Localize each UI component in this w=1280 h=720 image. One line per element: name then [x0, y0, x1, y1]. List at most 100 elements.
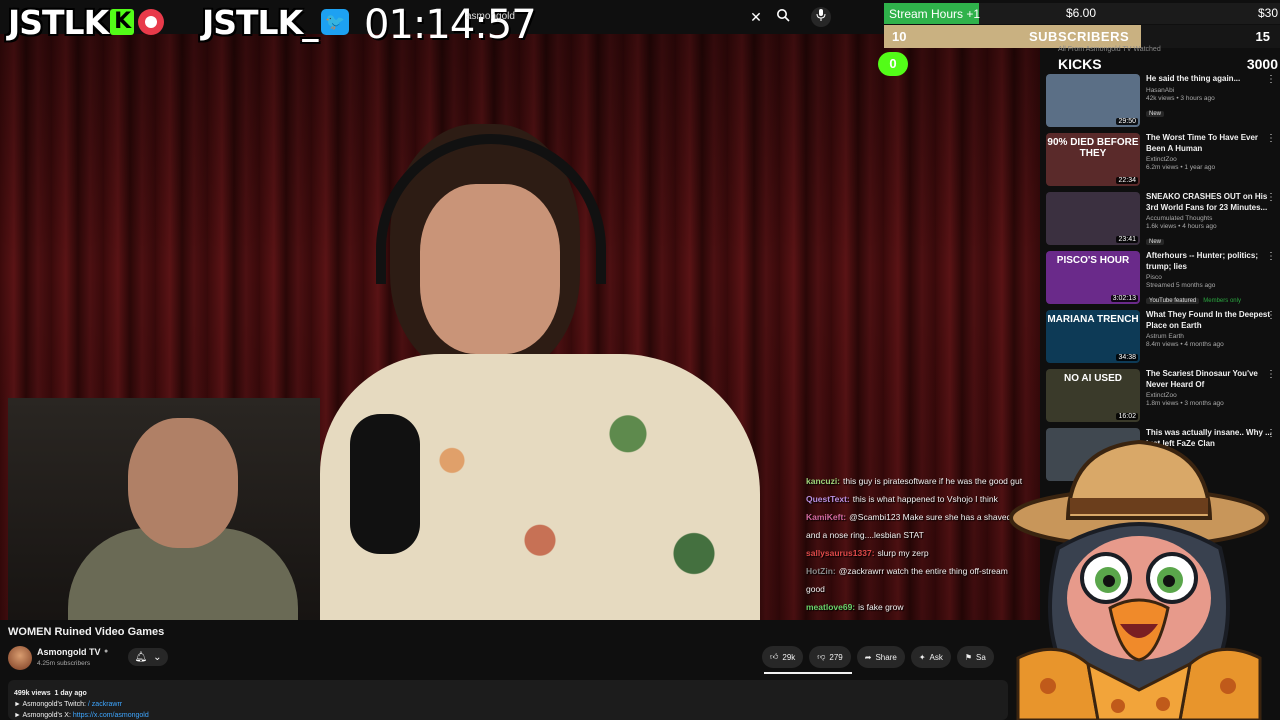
- video-duration: 3:02:13: [1110, 295, 1138, 302]
- more-options-icon[interactable]: ⋮: [1266, 74, 1276, 85]
- channel-name[interactable]: Asmongold TV: [37, 647, 101, 657]
- chat-text: this guy is piratesoftware if he was the…: [843, 476, 1023, 486]
- recommended-video[interactable]: 90% DIED BEFORE THEY 22:34 The Worst Time …: [1046, 131, 1280, 190]
- record-icon: [138, 9, 165, 35]
- video-channel[interactable]: HasanAbi: [1146, 87, 1274, 94]
- thumbs-down-icon: 👎︎: [817, 652, 826, 661]
- video-channel[interactable]: ExtinctZoo: [1146, 392, 1274, 399]
- kicks-current: 0: [878, 52, 908, 76]
- video-badge: YouTube featured: [1146, 298, 1200, 304]
- video-channel[interactable]: Astrum Earth: [1146, 333, 1274, 340]
- stream-hours-label: Stream Hours: [889, 6, 964, 21]
- kicks-goal: 3000: [1246, 56, 1278, 72]
- chat-username[interactable]: QuestText:: [806, 494, 850, 504]
- subscribers-bar: 10 SUBSCRIBERS 15: [884, 25, 1280, 48]
- video-meta: The Scariest Dinosaur You've Never Heard…: [1146, 369, 1274, 407]
- notification-bell-button[interactable]: 🔔︎ ⌄: [128, 648, 168, 666]
- stream-hours-mid: $6.00: [1066, 6, 1097, 20]
- x-link-label: ► Asmongold's X:: [14, 712, 71, 719]
- bookmark-icon: ⚑: [964, 652, 973, 662]
- chevron-down-icon: ⌄: [153, 651, 162, 663]
- stream-timer: 01:14:57: [364, 2, 537, 48]
- microphone-icon[interactable]: [811, 7, 831, 27]
- video-thumbnail[interactable]: PISCO'S HOUR 3:02:13: [1046, 251, 1140, 304]
- video-thumbnail[interactable]: 23:41: [1046, 192, 1140, 245]
- video-meta: What They Found In the Deepest Place on …: [1146, 310, 1274, 348]
- description-box[interactable]: 499k views 1 day ago ► Asmongold's Twitc…: [8, 680, 1008, 720]
- ask-button[interactable]: ✦ Ask: [910, 646, 951, 668]
- recommended-video[interactable]: NO AI USED 16:02 The Scariest Dinosaur You…: [1046, 367, 1280, 426]
- recommendations-list: 29:50 He said the thing again... HasanAbi 4…: [1046, 72, 1280, 485]
- recommended-video[interactable]: 29:50 He said the thing again... HasanAbi 4…: [1046, 72, 1280, 131]
- stream-hours-goal: $30: [1257, 6, 1278, 20]
- more-options-icon[interactable]: ⋮: [1266, 192, 1276, 203]
- chat-text: slurp my zerp: [877, 548, 929, 558]
- more-options-icon[interactable]: ⋮: [1266, 310, 1276, 321]
- search-input[interactable]: asmongold: [466, 11, 515, 22]
- video-channel[interactable]: Accumulated Thoughts: [1146, 215, 1274, 222]
- jstlk-logo-kick: JSTLK K: [8, 3, 165, 42]
- recommended-video[interactable]: 23:41 SNEAKO CRASHES OUT on His 3rd World…: [1046, 190, 1280, 249]
- streamer-webcam: [8, 398, 320, 620]
- save-button[interactable]: ⚑ Sa: [956, 646, 994, 668]
- kicks-label: KICKS: [1058, 56, 1102, 72]
- video-meta: The Worst Time To Have Ever Been A Human…: [1146, 133, 1274, 171]
- more-options-icon[interactable]: ⋮: [1266, 369, 1276, 380]
- chat-text: good: [806, 584, 825, 594]
- video-badge: New: [1146, 110, 1165, 117]
- video-stats: 1.6k views • 4 hours ago: [1146, 223, 1217, 230]
- chat-username[interactable]: sallysaurus1337:: [806, 548, 875, 558]
- recommended-video[interactable]: PISCO'S HOUR 3:02:13 Afterhours -- Hunter;…: [1046, 249, 1280, 308]
- chat-username[interactable]: HotZin:: [806, 566, 836, 576]
- more-options-icon[interactable]: ⋮: [1266, 251, 1276, 262]
- dislike-button[interactable]: 👎︎ 279: [809, 646, 851, 668]
- chat-text: @Scambi123 Make sure she has a shaved: [849, 512, 1012, 522]
- chat-text: @zackrawrr watch the entire thing off-st…: [838, 566, 1008, 576]
- thumbnail-text: NO AI USED: [1064, 373, 1122, 384]
- ask-label: Ask: [929, 652, 943, 662]
- video-channel[interactable]: ExtinctZoo: [1146, 156, 1274, 163]
- video-stats: 1.8m views • 3 months ago: [1146, 400, 1224, 407]
- chat-username[interactable]: meatlove69:: [806, 602, 855, 612]
- video-title-link[interactable]: The Worst Time To Have Ever Been A Human: [1146, 133, 1274, 154]
- stream-screen: kancuzi: this guy is piratesoftware if he…: [0, 0, 1280, 720]
- penguin-mascot: [1009, 439, 1269, 720]
- close-icon[interactable]: ✕: [746, 8, 766, 26]
- x-link[interactable]: https://x.com/asmongold: [73, 712, 149, 719]
- video-thumbnail[interactable]: 29:50: [1046, 74, 1140, 127]
- dislike-count: 279: [829, 652, 843, 662]
- recommended-video[interactable]: MARIANA TRENCH 34:38 What They Found In th…: [1046, 308, 1280, 367]
- jstlk-logo-twitter: JSTLK_ 🐦: [202, 3, 349, 42]
- twitch-link[interactable]: / zackrawrr: [88, 701, 122, 708]
- video-badge: New: [1146, 239, 1165, 245]
- search-icon[interactable]: [773, 8, 793, 26]
- video-title-link[interactable]: The Scariest Dinosaur You've Never Heard…: [1146, 369, 1274, 390]
- twitch-link-label: ► Asmongold's Twitch:: [14, 701, 86, 708]
- video-stats: Streamed 5 months ago: [1146, 282, 1216, 289]
- chat-username[interactable]: kancuzi:: [806, 476, 840, 486]
- video-meta: He said the thing again... HasanAbi 42k vi…: [1146, 74, 1274, 120]
- video-title-link[interactable]: SNEAKO CRASHES OUT on His 3rd World Fans…: [1146, 192, 1274, 213]
- video-duration: 22:34: [1116, 177, 1138, 184]
- video-title-link[interactable]: Afterhours -- Hunter; politics; trump; l…: [1146, 251, 1274, 272]
- share-button[interactable]: ➦ Share: [856, 646, 905, 668]
- members-only-badge: Members only: [1203, 298, 1241, 304]
- video-thumbnail[interactable]: 90% DIED BEFORE THEY 22:34: [1046, 133, 1140, 186]
- video-channel[interactable]: Pisco: [1146, 274, 1274, 281]
- more-options-icon[interactable]: ⋮: [1266, 133, 1276, 144]
- verified-icon: ●: [104, 648, 109, 655]
- channel-avatar[interactable]: [8, 646, 32, 670]
- video-duration: 29:50: [1116, 118, 1138, 125]
- chat-username[interactable]: KamiKeft:: [806, 512, 846, 522]
- video-duration: 23:41: [1116, 236, 1138, 243]
- chat-text: and a nose ring....lesbian STAT: [806, 530, 924, 540]
- like-button[interactable]: 👍︎ 29k: [762, 646, 804, 668]
- video-title-link[interactable]: He said the thing again...: [1146, 74, 1274, 85]
- video-meta: SNEAKO CRASHES OUT on His 3rd World Fans…: [1146, 192, 1274, 248]
- video-title-link[interactable]: What They Found In the Deepest Place on …: [1146, 310, 1274, 331]
- video-thumbnail[interactable]: MARIANA TRENCH 34:38: [1046, 310, 1140, 363]
- video-thumbnail[interactable]: NO AI USED 16:02: [1046, 369, 1140, 422]
- thumbs-up-icon: 👍︎: [770, 652, 779, 661]
- video-meta: Afterhours -- Hunter; politics; trump; l…: [1146, 251, 1274, 307]
- stream-hours-bar: Stream Hours +1 $6.00 $30: [884, 3, 1280, 24]
